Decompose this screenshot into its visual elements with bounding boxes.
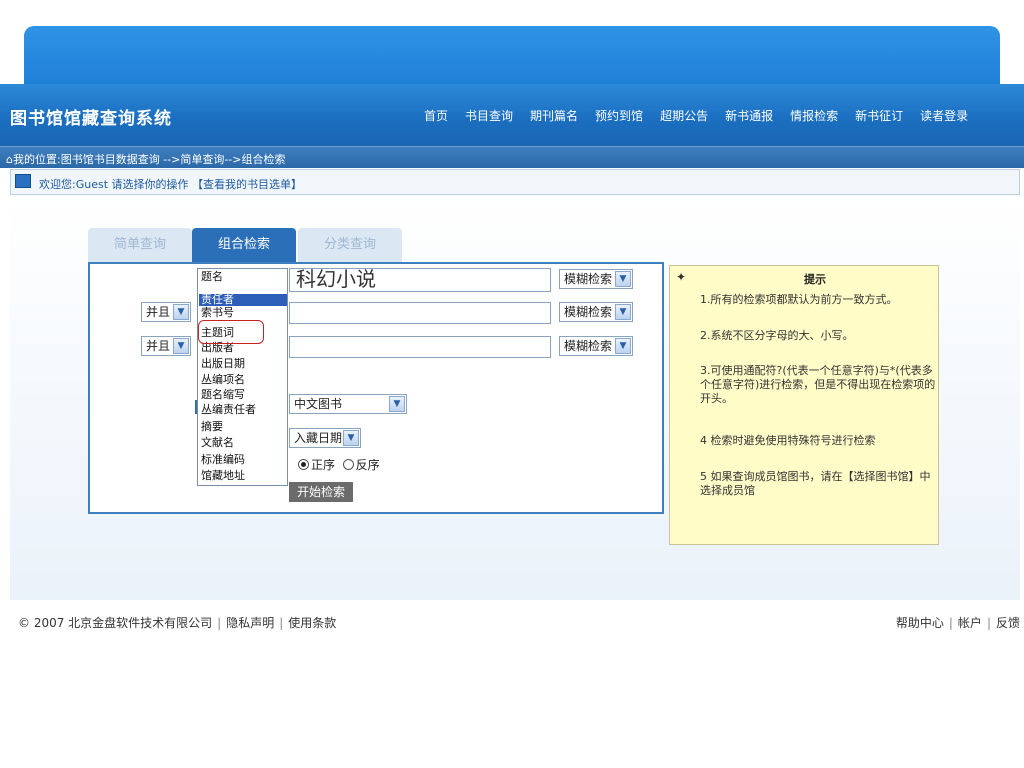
chevron-down-icon: ▼ [615,271,631,287]
privacy-link[interactable]: 隐私声明 [226,616,274,630]
home-icon: ⌂ [6,153,13,166]
match-mode-select-2[interactable]: 模糊检索 ▼ [559,302,633,322]
sort-order-group: 正序 反序 [298,456,380,473]
nav-journal-articles[interactable]: 期刊篇名 [530,107,578,124]
start-search-button[interactable]: 开始检索 [289,482,353,502]
breadcrumb-bar: ⌂我的位置:图书馆书目数据查询 -->简单查询-->组合检索 [0,146,1024,168]
user-card-icon [15,174,31,188]
chevron-down-icon: ▼ [389,396,405,412]
nav-book-request[interactable]: 新书征订 [855,107,903,124]
chevron-down-icon: ▼ [173,304,189,320]
tip-item: 2.系统不区分字母的大、小写。 [700,329,854,342]
feedback-link[interactable]: 反馈 [996,616,1020,630]
match-mode-select-1[interactable]: 模糊检索 ▼ [559,269,633,289]
pin-icon: ✦ [676,270,687,284]
dropdown-option[interactable]: 摘要 [201,421,223,433]
account-link[interactable]: 帐户 [958,616,982,630]
welcome-bar: 欢迎您:Guest 请选择你的操作 【查看我的书目选单】 [10,169,1020,195]
top-banner [24,26,1000,88]
dropdown-option[interactable]: 馆藏地址 [201,470,245,482]
terms-link[interactable]: 使用条款 [288,616,336,630]
nav-reservation[interactable]: 预约到馆 [595,107,643,124]
view-book-list-link[interactable]: 【查看我的书目选单】 [192,178,302,191]
logic-select-2[interactable]: 并且 ▼ [141,336,191,356]
welcome-text: 欢迎您:Guest 请选择你的操作 【查看我的书目选单】 [39,178,303,191]
tab-simple-search[interactable]: 简单查询 [88,228,192,262]
navbar: 图书馆馆藏查询系统 首页 书目查询 期刊篇名 预约到馆 超期公告 新书通报 情报… [0,84,1024,146]
nav-new-books[interactable]: 新书通报 [725,107,773,124]
dropdown-option[interactable]: 出版日期 [201,358,245,370]
chevron-down-icon: ▼ [615,304,631,320]
chevron-down-icon: ▼ [173,338,189,354]
footer-right: 帮助中心 | 帐户 | 反馈 [895,616,1020,630]
dropdown-option[interactable]: 丛编责任者 [201,404,256,416]
nav-catalog-search[interactable]: 书目查询 [465,107,513,124]
search-panel [88,262,664,514]
chevron-down-icon: ▼ [615,338,631,354]
dropdown-option-selected[interactable]: 责任者 [199,294,287,306]
nav-info-retrieval[interactable]: 情报检索 [790,107,838,124]
logic-select-1[interactable]: 并且 ▼ [141,302,191,322]
field-dropdown-list[interactable]: 题名 责任者 索书号 主题词 出版者 出版日期 丛编项名 题名缩写 丛编责任者 … [197,268,288,486]
dropdown-option[interactable]: 题名缩写 [201,389,245,401]
tips-title: 提示 [804,273,826,286]
library-select[interactable]: 中文图书 ▼ [289,394,407,414]
nav-links: 首页 书目查询 期刊篇名 预约到馆 超期公告 新书通报 情报检索 新书征订 读者… [424,107,985,124]
dropdown-option[interactable]: 标准编码 [201,454,245,466]
help-link[interactable]: 帮助中心 [896,616,944,630]
dropdown-option[interactable]: 文献名 [201,437,234,449]
dropdown-option[interactable]: 丛编项名 [201,374,245,386]
nav-reader-login[interactable]: 读者登录 [920,107,968,124]
footer-left: © 2007 北京金盘软件技术有限公司 | 隐私声明 | 使用条款 [18,616,337,630]
tip-item: 3.可使用通配符?(代表一个任意字符)与*(代表多个任意字符)进行检索，但是不得… [700,364,936,405]
sort-field-select[interactable]: 入藏日期 ▼ [289,428,361,448]
sort-asc-radio[interactable] [298,459,309,470]
dropdown-option[interactable]: 索书号 [201,307,234,319]
nav-home[interactable]: 首页 [424,107,448,124]
tab-classification-search[interactable]: 分类查询 [298,228,402,262]
red-highlight-circle [198,320,264,344]
copyright: © 2007 北京金盘软件技术有限公司 [18,616,213,630]
search-input-1[interactable]: 科幻小说 [289,268,551,292]
tip-item: 5 如果查询成员馆图书，请在【选择图书馆】中选择成员馆 [700,470,931,497]
sort-desc-radio[interactable] [342,459,354,470]
breadcrumb: ⌂我的位置:图书馆书目数据查询 -->简单查询-->组合检索 [6,153,286,166]
tips-panel: ✦ 提示 1.所有的检索项都默认为前方一致方式。 2.系统不区分字母的大、小写。… [669,265,939,545]
dropdown-option[interactable]: 题名 [201,271,223,283]
nav-overdue-notice[interactable]: 超期公告 [660,107,708,124]
match-mode-select-3[interactable]: 模糊检索 ▼ [559,336,633,356]
tab-combined-search[interactable]: 组合检索 [192,228,296,262]
tip-item: 4 检索时避免使用特殊符号进行检索 [700,434,876,447]
site-title: 图书馆馆藏查询系统 [10,109,172,129]
search-input-2[interactable] [289,302,551,324]
tip-item: 1.所有的检索项都默认为前方一致方式。 [700,293,898,306]
chevron-down-icon: ▼ [343,430,359,446]
search-input-3[interactable] [289,336,551,358]
